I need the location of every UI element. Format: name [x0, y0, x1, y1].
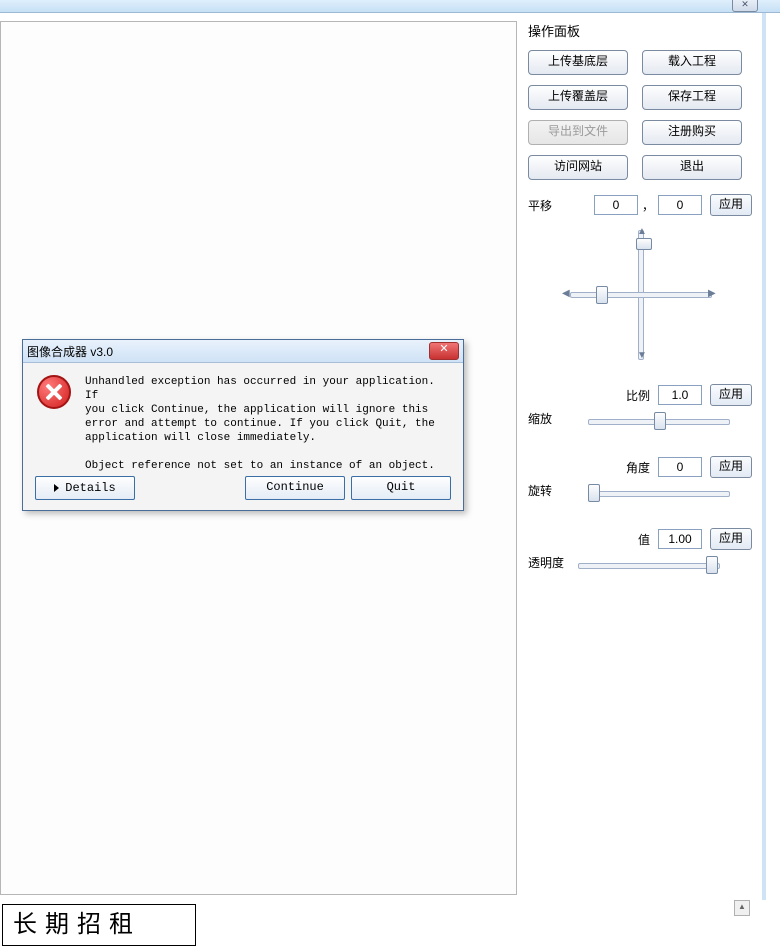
translate-h-thumb[interactable] — [596, 286, 608, 304]
arrow-up-icon: ▲ — [637, 226, 647, 237]
scale-value-label: 比例 — [626, 387, 650, 404]
window-close-button[interactable]: ✕ — [732, 0, 758, 12]
rotate-apply-button[interactable]: 应用 — [710, 456, 752, 478]
opacity-input[interactable] — [658, 529, 702, 549]
scale-slider[interactable] — [588, 412, 752, 430]
register-buy-button[interactable]: 注册购买 — [642, 120, 742, 145]
control-panel: 操作面板 上传基底层 载入工程 上传覆盖层 保存工程 导出到文件 注册购买 访问… — [524, 21, 756, 896]
translate-apply-button[interactable]: 应用 — [710, 194, 752, 216]
translate-y-input[interactable] — [658, 195, 702, 215]
dialog-titlebar[interactable]: 图像合成器 v3.0 ✕ — [23, 340, 463, 363]
rotate-group: 角度 应用 旋转 — [524, 456, 756, 502]
scale-group: 比例 应用 缩放 — [524, 384, 756, 430]
window-right-edge — [762, 13, 766, 900]
translate-v-thumb[interactable] — [636, 238, 652, 250]
panel-button-grid: 上传基底层 载入工程 上传覆盖层 保存工程 导出到文件 注册购买 访问网站 退出 — [524, 50, 756, 180]
translate-x-input[interactable] — [594, 195, 638, 215]
client-area: 操作面板 上传基底层 载入工程 上传覆盖层 保存工程 导出到文件 注册购买 访问… — [0, 13, 780, 900]
opacity-apply-button[interactable]: 应用 — [710, 528, 752, 550]
scale-apply-button[interactable]: 应用 — [710, 384, 752, 406]
dialog-details-button[interactable]: Details — [35, 476, 135, 500]
dialog-quit-button[interactable]: Quit — [351, 476, 451, 500]
scale-title: 缩放 — [528, 410, 564, 427]
window-titlebar: ✕ — [0, 0, 780, 13]
upload-overlay-layer-button[interactable]: 上传覆盖层 — [528, 85, 628, 110]
rotate-slider[interactable] — [588, 484, 752, 502]
rotate-title: 旋转 — [528, 482, 564, 499]
load-project-button[interactable]: 载入工程 — [642, 50, 742, 75]
expand-right-icon — [54, 484, 59, 492]
export-to-file-button: 导出到文件 — [528, 120, 628, 145]
translate-label: 平移 — [528, 197, 564, 214]
scale-input[interactable] — [658, 385, 702, 405]
translate-separator: ， — [642, 197, 654, 214]
rotate-input[interactable] — [658, 457, 702, 477]
error-dialog: 图像合成器 v3.0 ✕ Unhandled exception has occ… — [22, 339, 464, 511]
arrow-left-icon: ◀ — [562, 288, 570, 299]
panel-title: 操作面板 — [528, 21, 756, 40]
translate-group: 平移 ， 应用 ▲ ▼ ◀ ▶ — [524, 194, 756, 358]
scroll-up-button[interactable]: ▲ — [734, 900, 750, 916]
bottom-bar: ▲ 长期招租 — [0, 900, 780, 949]
arrow-down-icon: ▼ — [637, 350, 647, 361]
exit-button[interactable]: 退出 — [642, 155, 742, 180]
upload-base-layer-button[interactable]: 上传基底层 — [528, 50, 628, 75]
ad-banner: 长期招租 — [2, 904, 196, 946]
dialog-details-label: Details — [65, 478, 115, 498]
opacity-slider[interactable] — [578, 556, 752, 574]
save-project-button[interactable]: 保存工程 — [642, 85, 742, 110]
dialog-message: Unhandled exception has occurred in your… — [85, 375, 449, 473]
opacity-group: 值 应用 透明度 — [524, 528, 756, 574]
rotate-value-label: 角度 — [626, 459, 650, 476]
visit-website-button[interactable]: 访问网站 — [528, 155, 628, 180]
error-icon — [37, 375, 71, 409]
opacity-title: 透明度 — [528, 554, 564, 571]
dialog-continue-button[interactable]: Continue — [245, 476, 345, 500]
arrow-right-icon: ▶ — [708, 288, 716, 299]
dialog-close-button[interactable]: ✕ — [429, 342, 459, 360]
dialog-title-text: 图像合成器 v3.0 — [27, 343, 113, 360]
translate-joystick[interactable]: ▲ ▼ ◀ ▶ — [570, 230, 710, 358]
opacity-value-label: 值 — [638, 531, 650, 548]
